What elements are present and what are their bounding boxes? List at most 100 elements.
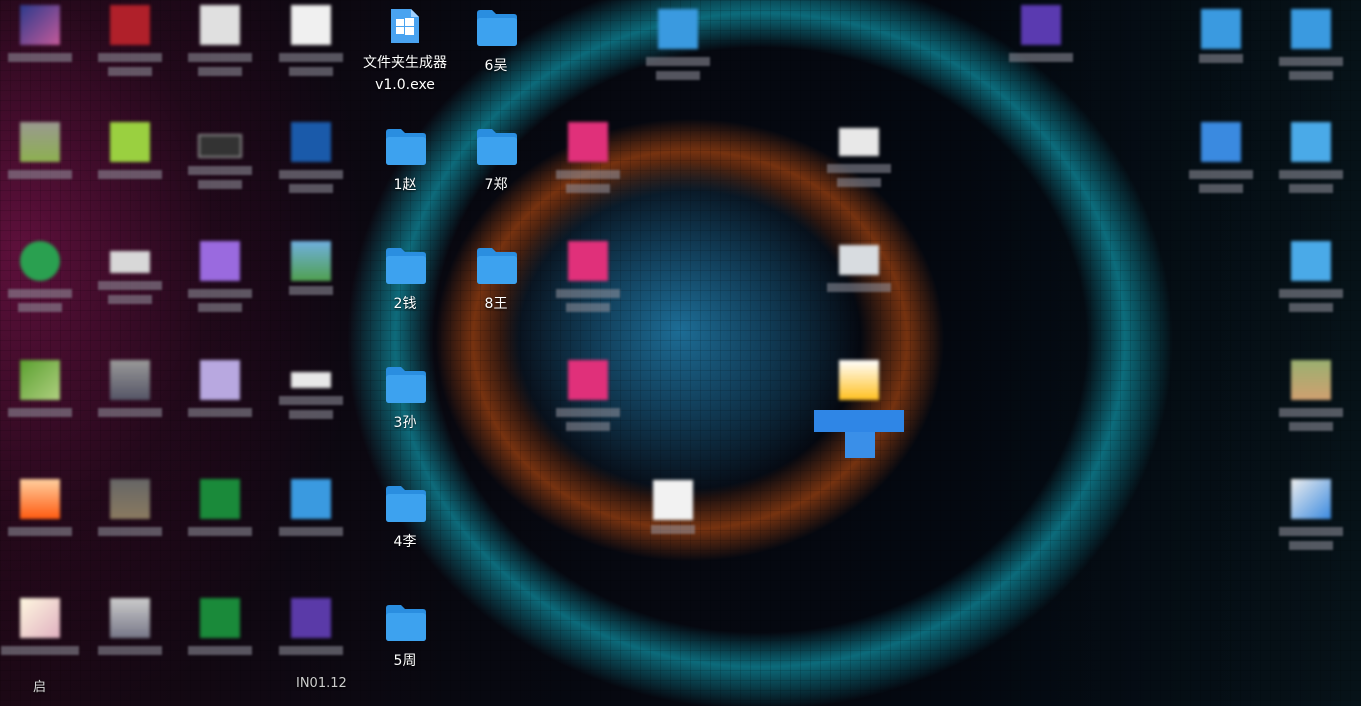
blurred-label [566,422,610,431]
blurred-label [1289,422,1333,431]
document-icon [1021,5,1061,45]
blurred-label [1,646,79,655]
selection-highlight [814,410,904,432]
blurred-desktop-icon[interactable] [85,598,175,655]
blurred-desktop-icon[interactable] [266,479,356,536]
folder-icon [1201,9,1241,49]
blurred-desktop-icon[interactable] [266,598,356,655]
app-icon [20,5,60,45]
blurred-desktop-icon[interactable] [0,241,85,312]
folder-4[interactable]: 4李 [360,485,450,553]
blurred-desktop-icon[interactable] [0,122,85,179]
blurred-label [18,303,62,312]
blurred-label [8,170,72,179]
blurred-desktop-icon[interactable] [543,241,633,312]
blurred-desktop-icon[interactable] [543,122,633,193]
folder-label: 3孙 [393,415,417,431]
blurred-desktop-icon[interactable] [266,5,356,76]
blurred-folder[interactable] [1266,9,1356,80]
blurred-desktop-icon[interactable] [175,241,265,312]
blurred-label [188,646,252,655]
app-icon [1291,479,1331,519]
blurred-label [827,283,891,292]
blurred-desktop-icon[interactable] [1266,360,1356,431]
blurred-desktop-icon[interactable] [175,5,265,76]
selection-highlight [845,432,875,458]
app-icon [1291,360,1331,400]
blurred-label [188,408,252,417]
blurred-desktop-icon[interactable] [0,598,85,655]
blurred-desktop-icon[interactable] [266,241,356,295]
blurred-desktop-icon[interactable] [85,122,175,179]
blurred-label [1279,408,1343,417]
blurred-folder[interactable] [633,9,723,80]
blurred-desktop-icon[interactable] [996,5,1086,62]
folder-3[interactable]: 3孙 [360,366,450,434]
folder-icon [385,366,426,406]
blurred-desktop-icon[interactable] [85,479,175,536]
blurred-label [1189,170,1253,179]
blurred-label [8,53,72,62]
folder-label: 4李 [393,534,417,550]
blurred-label [1199,54,1243,63]
blurred-desktop-icon[interactable] [175,122,265,189]
folder-2[interactable]: 2钱 [360,247,450,315]
app-icon [20,241,60,281]
blurred-desktop-icon[interactable] [85,241,175,304]
blurred-desktop-icon[interactable] [0,360,85,417]
blurred-desktop-icon[interactable] [543,360,633,431]
blurred-desktop-icon[interactable] [1266,479,1356,550]
blurred-label [1279,289,1343,298]
document-icon [653,480,693,520]
app-icon [20,122,60,162]
blurred-label [279,170,343,179]
blurred-desktop-icon[interactable] [175,598,265,655]
blurred-label [188,53,252,62]
blurred-desktop-icon[interactable] [1176,122,1266,193]
blurred-folder[interactable] [1266,122,1356,193]
blurred-desktop-icon[interactable] [814,360,904,400]
blurred-folder[interactable] [1266,241,1356,312]
folder-label: 5周 [393,653,417,669]
folder-icon [476,128,517,168]
folder-7[interactable]: 7郑 [451,128,541,196]
blurred-label [8,527,72,536]
folder-icon [1291,122,1331,162]
blurred-desktop-icon[interactable] [266,122,356,193]
folder-5[interactable]: 5周 [360,604,450,672]
folder-8[interactable]: 8王 [451,247,541,315]
folder-icon [1291,241,1331,281]
blurred-label [1009,53,1073,62]
blurred-label [8,408,72,417]
app-icon [110,251,150,273]
folder-icon [385,485,426,525]
app-icon [839,128,879,156]
folder-icon [291,479,331,519]
blurred-desktop-icon[interactable] [0,5,85,62]
blurred-label [1289,184,1333,193]
folder-1[interactable]: 1赵 [360,128,450,196]
blurred-desktop-icon[interactable] [814,241,904,292]
folder-icon [385,128,426,168]
document-icon [291,5,331,45]
blurred-desktop-icon[interactable] [85,360,175,417]
blurred-label [1289,303,1333,312]
blurred-label [188,166,252,175]
desktop-icon-exe[interactable]: 文件夹生成器v1.0.exe [360,6,450,96]
blurred-desktop-icon[interactable] [266,360,356,419]
folder-label: 6吴 [484,58,508,74]
blurred-desktop-icon[interactable] [814,122,904,187]
blurred-desktop-icon[interactable] [628,480,718,534]
folder-label: 8王 [484,296,508,312]
blurred-folder[interactable] [1176,9,1266,63]
app-icon [1201,122,1241,162]
desktop-icon-label: 文件夹生成器v1.0.exe [363,55,447,93]
blurred-label [827,164,891,173]
blurred-desktop-icon[interactable] [85,5,175,76]
blurred-desktop-icon[interactable] [175,360,265,417]
blurred-label [556,289,620,298]
blurred-label [289,410,333,419]
folder-6[interactable]: 6吴 [451,9,541,77]
blurred-desktop-icon[interactable] [0,479,85,536]
blurred-desktop-icon[interactable] [175,479,265,536]
